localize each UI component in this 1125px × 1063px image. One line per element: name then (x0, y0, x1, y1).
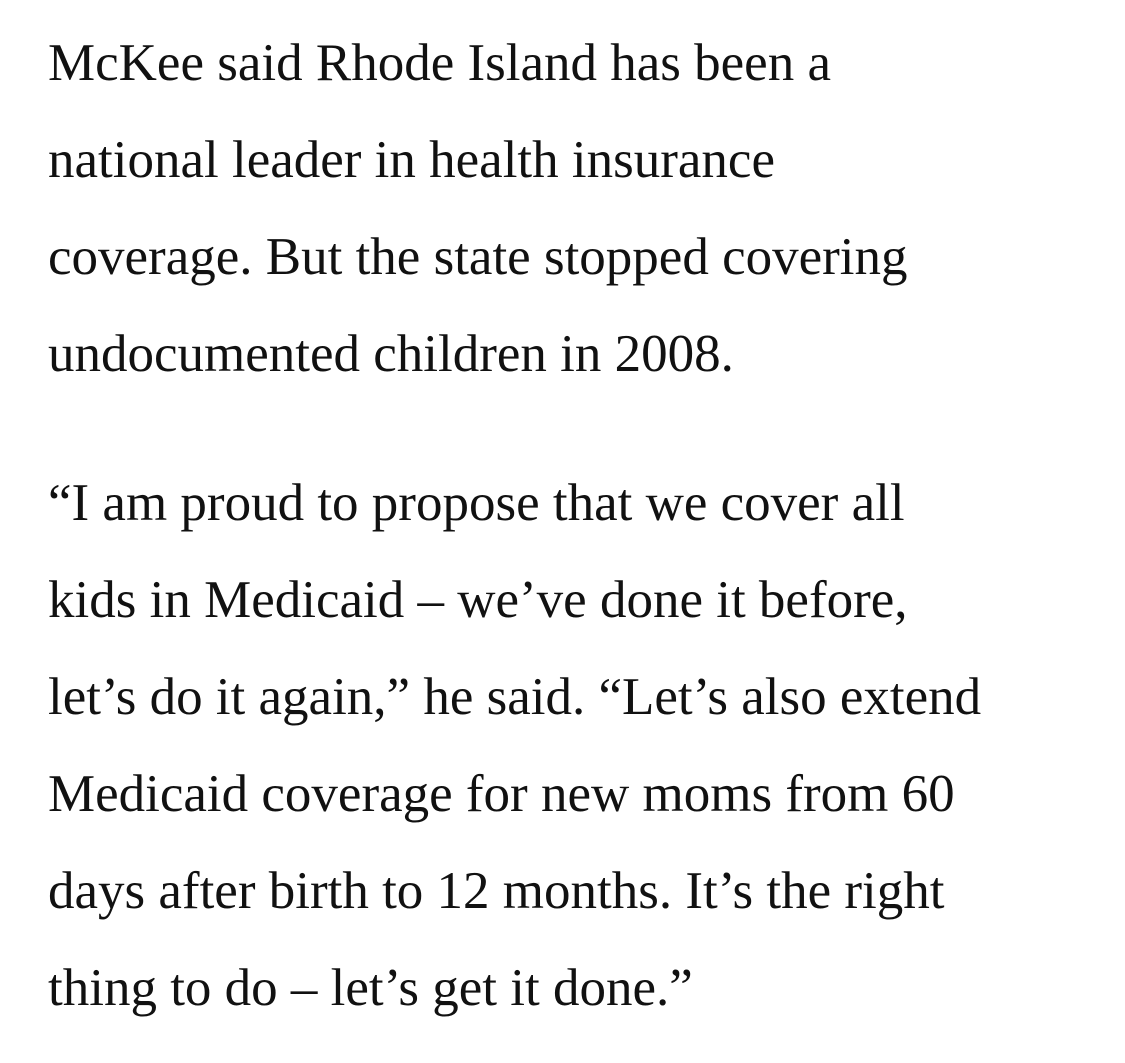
paragraph-line: days after birth to 12 months. It’s the … (48, 862, 945, 920)
quote-paragraph: “I am proud to propose that we cover all… (48, 455, 981, 1037)
article-paragraph: McKee said Rhode Island has been a natio… (48, 15, 908, 403)
paragraph-line: let’s do it again,” he said. “Let’s also… (48, 668, 982, 726)
paragraph-line: “I am proud to propose that we cover all (48, 474, 905, 532)
paragraph-line: national leader in health insurance (48, 131, 775, 189)
paragraph-line: coverage. But the state stopped covering (48, 228, 908, 286)
paragraph-line: undocumented children in 2008. (48, 325, 734, 383)
paragraph-line: thing to do – let’s get it done.” (48, 959, 693, 1017)
paragraph-line: Medicaid coverage for new moms from 60 (48, 765, 955, 823)
paragraph-line: kids in Medicaid – we’ve done it before, (48, 571, 908, 629)
paragraph-line: McKee said Rhode Island has been a (48, 34, 831, 92)
